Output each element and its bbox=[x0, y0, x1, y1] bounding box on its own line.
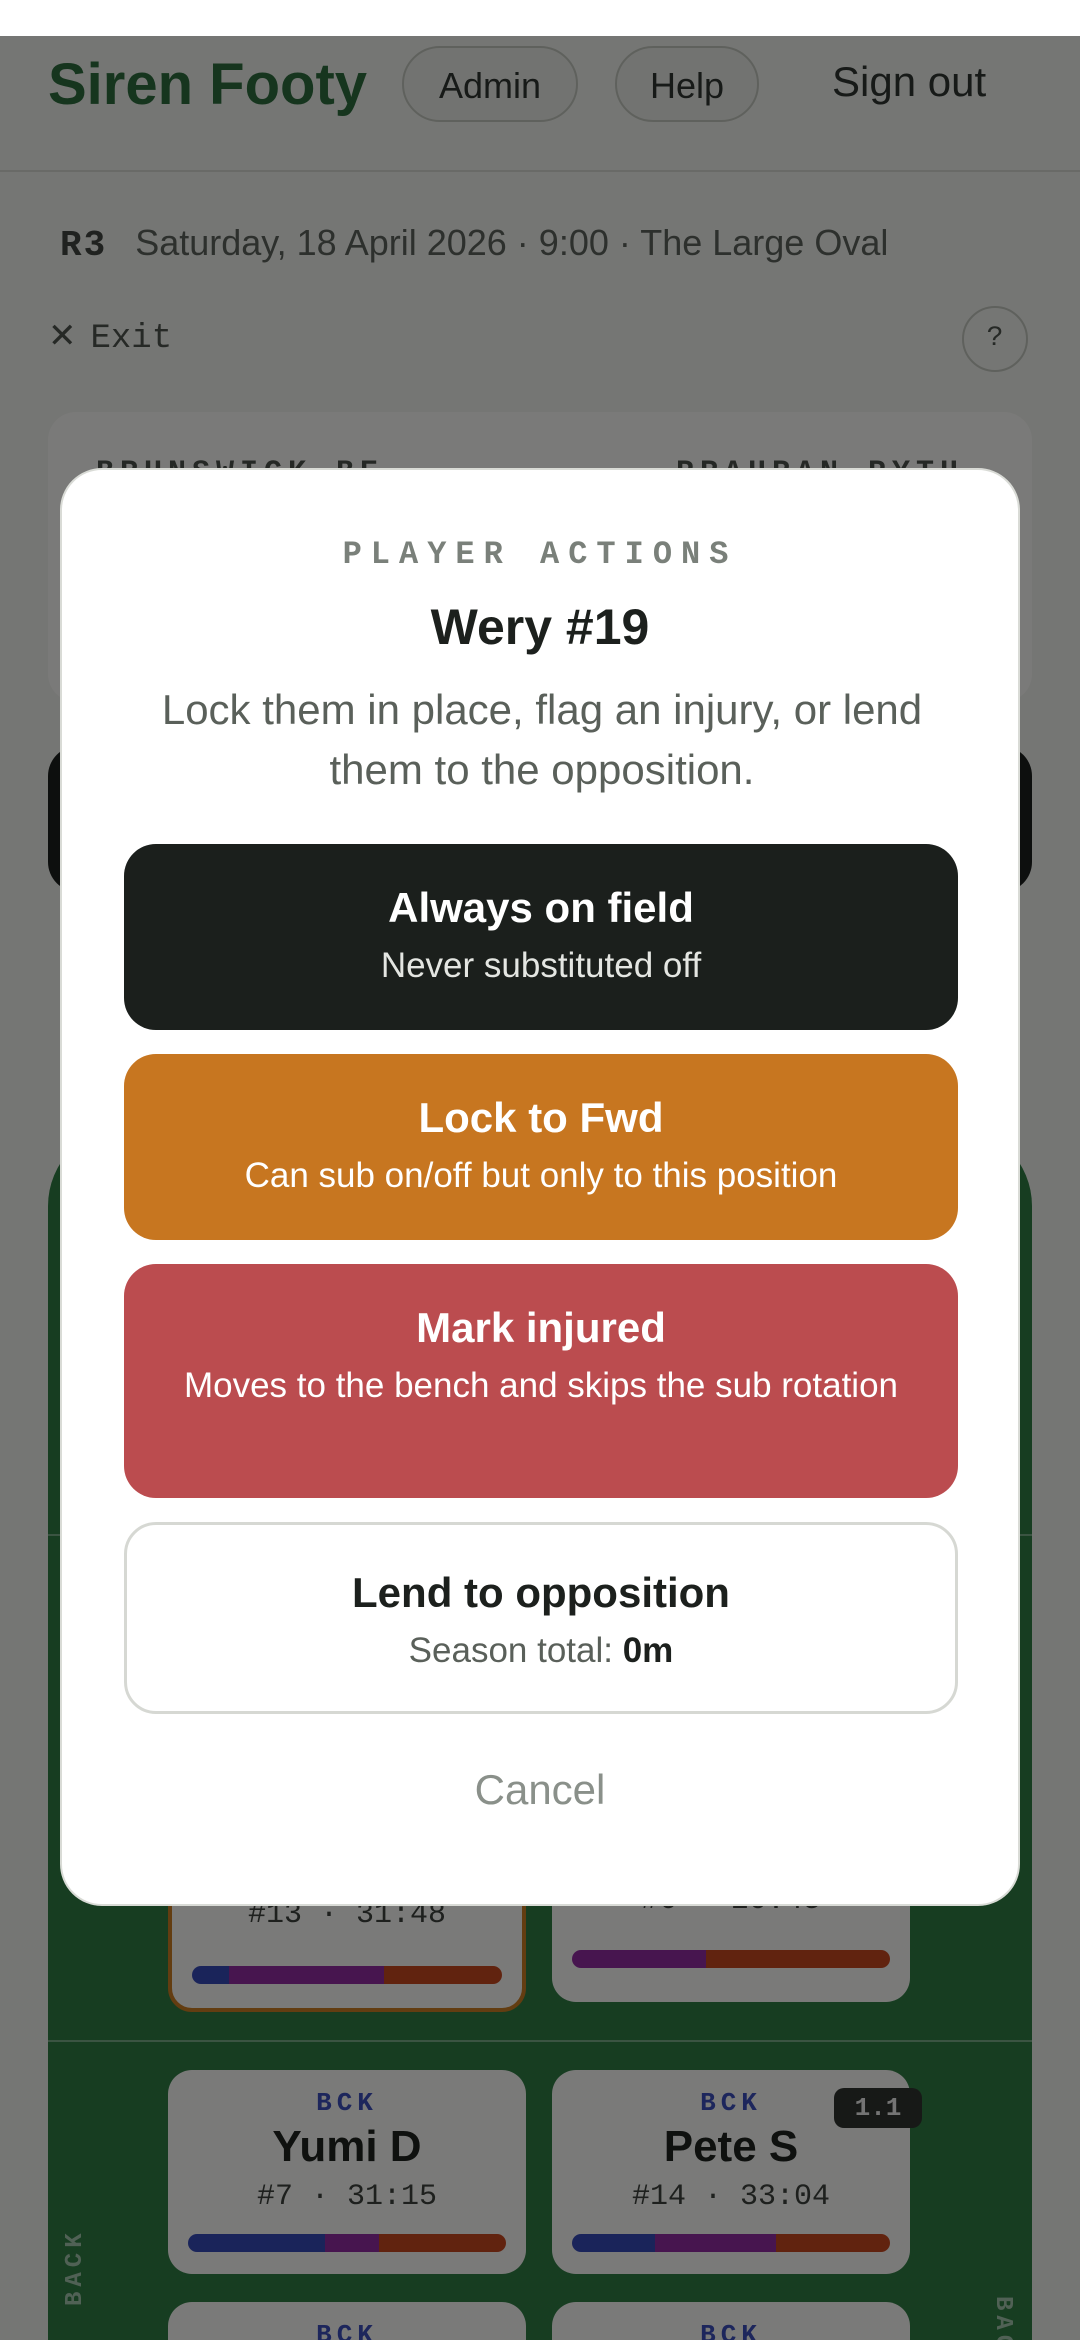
season-total-value: 0m bbox=[622, 1631, 674, 1670]
dialog-description: Lock them in place, flag an injury, or l… bbox=[161, 686, 923, 793]
action-subtitle: Moves to the bench and skips the sub rot… bbox=[183, 1366, 899, 1405]
action-title: Mark injured bbox=[416, 1304, 666, 1351]
player-actions-dialog: PLAYER ACTIONS Wery #19 Lock them in pla… bbox=[60, 468, 1020, 1906]
action-title: Lock to Fwd bbox=[418, 1094, 664, 1141]
action-subtitle: Can sub on/off but only to this position bbox=[244, 1156, 838, 1195]
dialog-title: Wery #19 bbox=[430, 599, 650, 655]
cancel-button[interactable]: Cancel bbox=[62, 1766, 1018, 1814]
action-title: Lend to opposition bbox=[352, 1569, 730, 1616]
action-title: Always on field bbox=[388, 884, 694, 931]
lock-position-button[interactable]: Lock to Fwd Can sub on/off but only to t… bbox=[124, 1054, 958, 1240]
mark-injured-button[interactable]: Mark injured Moves to the bench and skip… bbox=[124, 1264, 958, 1498]
season-total-label: Season total: bbox=[408, 1631, 613, 1670]
always-on-field-button[interactable]: Always on field Never substituted off bbox=[124, 844, 958, 1030]
action-subtitle: Season total: 0m bbox=[127, 1627, 955, 1675]
dialog-kicker: PLAYER ACTIONS bbox=[342, 536, 738, 573]
lend-to-opposition-button[interactable]: Lend to opposition Season total: 0m bbox=[124, 1522, 958, 1714]
action-subtitle: Never substituted off bbox=[380, 946, 702, 985]
